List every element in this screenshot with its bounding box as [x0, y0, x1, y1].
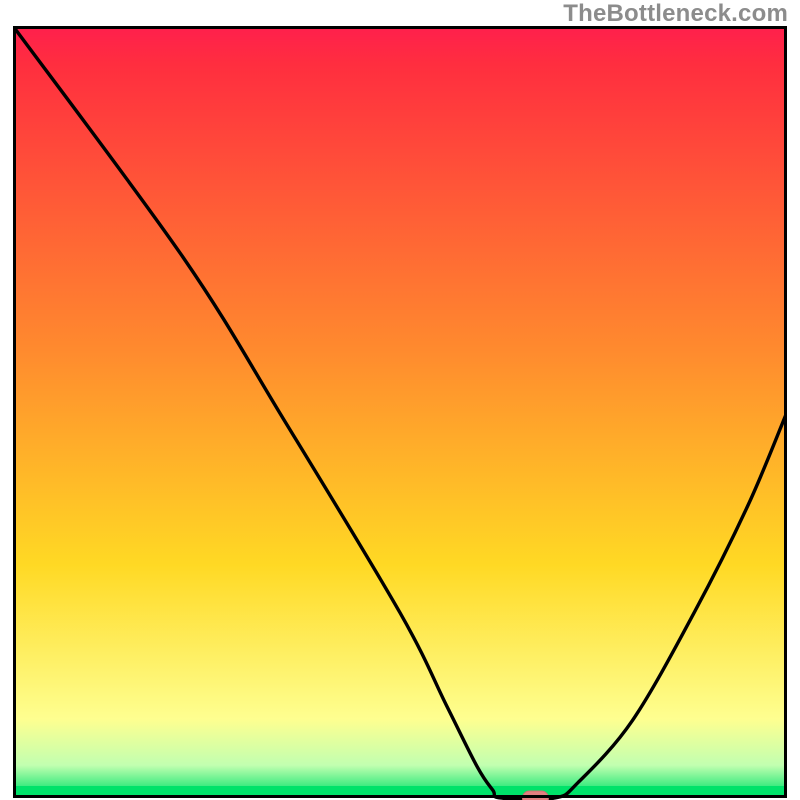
watermark-text: TheBottleneck.com: [563, 0, 788, 28]
bottleneck-chart: [13, 26, 787, 800]
chart-container: TheBottleneck.com: [0, 0, 800, 800]
plot-background: [13, 26, 787, 796]
